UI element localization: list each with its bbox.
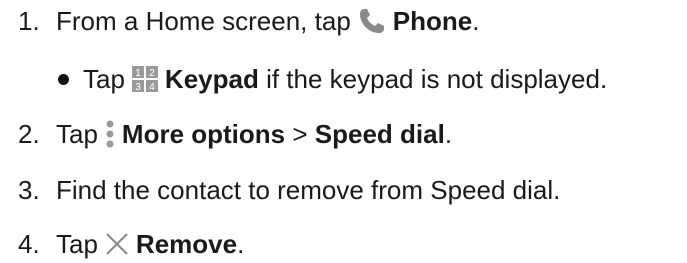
step-3: 3. Find the contact to remove from Speed… (18, 173, 560, 207)
svg-text:2: 2 (149, 68, 155, 79)
phone-label: Phone (392, 6, 473, 36)
step-1: 1. From a Home screen, tap Phone . (18, 4, 479, 38)
step-number: 1. (18, 6, 40, 36)
more-options-icon (104, 119, 116, 149)
step-4: 4. Tap Remove . (18, 227, 244, 261)
step-number: 4. (18, 229, 40, 259)
step-text: Tap (56, 119, 98, 149)
bullet-keypad: Tap 1 2 3 4 Keypad if the keypad is not … (58, 62, 607, 96)
svg-text:3: 3 (135, 82, 141, 93)
step-2: 2. Tap More options > Speed dial . (18, 117, 452, 151)
step-text: Find the contact to remove from Speed di… (56, 175, 561, 205)
step-text-end: . (237, 229, 245, 259)
bullet-dot (58, 73, 69, 85)
step-number: 2. (18, 119, 40, 149)
step-text-end: . (472, 6, 480, 36)
remove-label: Remove (135, 229, 238, 259)
svg-text:1: 1 (135, 68, 141, 79)
speed-dial-label: Speed dial (314, 119, 445, 149)
step-text: From a Home screen, tap (56, 6, 351, 36)
bullet-text: Tap (83, 64, 125, 94)
svg-text:4: 4 (149, 82, 155, 93)
more-options-label: More options (121, 119, 286, 149)
keypad-label: Keypad (164, 64, 259, 94)
step-text-end: . (444, 119, 453, 149)
remove-x-icon (104, 231, 130, 257)
separator: > (285, 119, 315, 149)
step-text: Tap (56, 229, 98, 259)
bullet-text-end: if the keypad is not displayed. (258, 64, 608, 94)
phone-icon (357, 6, 387, 36)
step-number: 3. (18, 175, 40, 205)
keypad-icon: 1 2 3 4 (131, 65, 159, 93)
